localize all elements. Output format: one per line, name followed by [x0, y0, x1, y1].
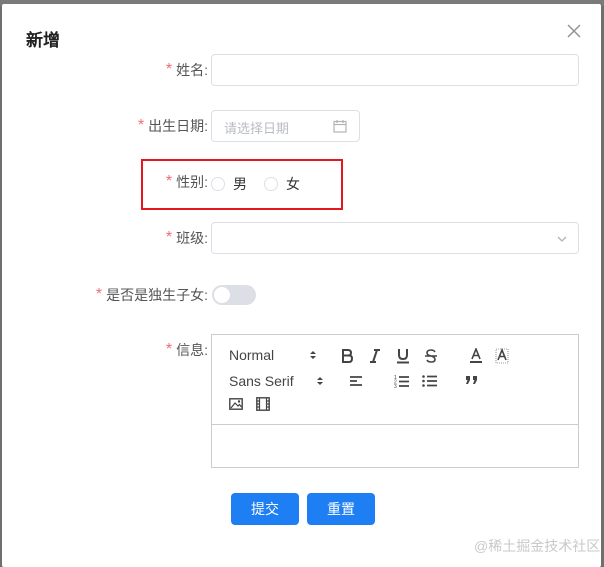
class-label: * 班级: [165, 229, 208, 246]
submit-button[interactable]: 提交 [231, 493, 299, 525]
updown-icon [317, 377, 323, 385]
strike-icon[interactable] [425, 349, 437, 363]
italic-icon[interactable] [369, 349, 381, 363]
align-icon[interactable] [349, 375, 363, 387]
font-select[interactable]: Sans Serif [229, 373, 324, 389]
birthday-date-picker[interactable]: 请选择日期 [211, 110, 360, 142]
bold-icon[interactable] [341, 349, 353, 363]
chevron-down-icon [556, 232, 568, 250]
name-input[interactable] [211, 54, 579, 86]
rich-text-editor: Normal Sans Serif 1 2 3 [211, 334, 579, 468]
reset-button[interactable]: 重置 [307, 493, 375, 525]
ordered-list-icon[interactable]: 1 2 3 [394, 374, 409, 388]
watermark: @稀土掘金技术社区 [474, 538, 601, 554]
info-label: * 信息: [165, 341, 208, 358]
underline-icon[interactable] [396, 348, 410, 364]
only-child-switch[interactable] [212, 285, 256, 305]
switch-knob [214, 287, 230, 303]
text-color-icon[interactable] [469, 348, 483, 364]
only-child-label: * 是否是独生子女: [95, 286, 208, 303]
video-icon[interactable] [256, 397, 270, 411]
close-icon[interactable] [565, 22, 583, 40]
calendar-icon [333, 119, 347, 138]
dialog-title: 新增 [26, 31, 60, 50]
updown-icon [310, 351, 316, 359]
svg-text:3: 3 [394, 384, 397, 388]
header-select[interactable]: Normal [229, 347, 317, 363]
highlight-box [141, 159, 343, 210]
bullet-list-icon[interactable] [422, 374, 437, 388]
birthday-label: * 出生日期: [137, 117, 208, 134]
background-color-icon[interactable] [495, 348, 509, 364]
name-label: * 姓名: [165, 61, 208, 78]
class-select[interactable] [211, 222, 579, 254]
editor-content-area[interactable] [212, 425, 578, 467]
add-dialog: 新增 * 姓名: * 出生日期: 请选择日期 * 性别: 男 女 * 班级: *… [2, 4, 601, 567]
image-icon[interactable] [229, 398, 243, 410]
blockquote-icon[interactable] [465, 375, 479, 385]
birthday-placeholder: 请选择日期 [224, 121, 290, 136]
